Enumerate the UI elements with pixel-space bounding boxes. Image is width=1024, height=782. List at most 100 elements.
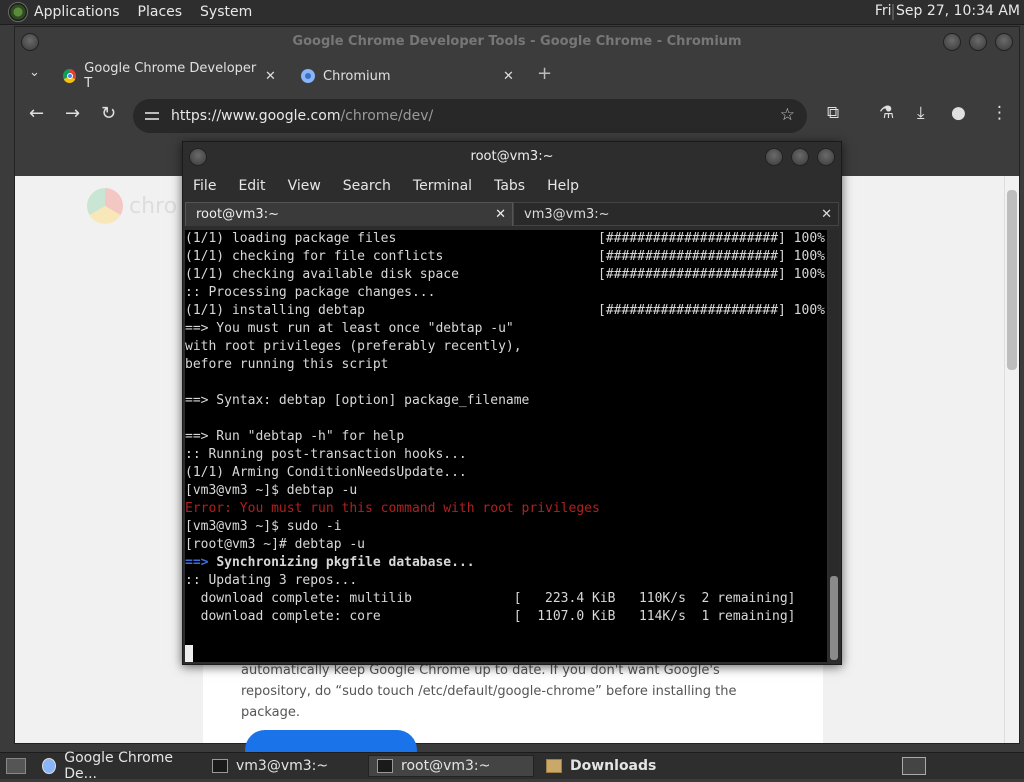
page-scrollbar[interactable] [1004, 176, 1019, 743]
chrome-favicon-icon [63, 69, 77, 83]
new-tab-plus-icon[interactable]: + [537, 63, 552, 84]
progress-bar-text: [######################] 100% [598, 231, 825, 246]
tab-close-icon[interactable]: ✕ [265, 69, 276, 84]
terminal-line: [vm3@vm3 ~]$ sudo -i [185, 519, 342, 534]
terminal-line: (1/1) loading package files [185, 231, 397, 246]
terminal-menubar: File Edit View Search Terminal Tabs Help [183, 172, 841, 200]
menu-applications[interactable]: Applications [34, 4, 120, 20]
tab-close-icon[interactable]: ✕ [495, 203, 506, 227]
page-logo-text: chro [129, 194, 178, 219]
forward-arrow-icon[interactable]: → [65, 103, 80, 124]
bottom-taskbar: Google Chrome De... vm3@vm3:~ root@vm3:~… [0, 750, 1024, 782]
labs-flask-icon[interactable]: ⚗ [879, 103, 894, 123]
terminal-line: before running this script [185, 357, 389, 372]
minimize-icon[interactable] [765, 148, 783, 166]
terminal-line: download complete: multilib [ 223.4 KiB … [185, 591, 796, 606]
page-paragraph: automatically keep Google Chrome up to d… [241, 663, 737, 720]
tab-chromium[interactable]: Chromium [301, 61, 501, 91]
menu-help[interactable]: Help [547, 178, 579, 194]
terminal-output[interactable]: (1/1) loading package files [###########… [185, 230, 827, 662]
progress-bar-text: [######################] 100% [598, 267, 825, 282]
url-text[interactable]: https://www.google.com/chrome/dev/ [171, 108, 433, 124]
terminal-icon [377, 759, 393, 773]
maximize-icon[interactable] [969, 33, 987, 51]
profile-avatar-icon[interactable]: ● [951, 103, 966, 123]
terminal-scrollbar-thumb[interactable] [830, 576, 838, 660]
tab-label: Chromium [323, 68, 391, 84]
terminal-line: with root privileges (preferably recentl… [185, 339, 522, 354]
back-arrow-icon[interactable]: ← [29, 103, 44, 124]
text-cursor [185, 645, 193, 662]
bookmark-star-icon[interactable]: ☆ [780, 105, 795, 125]
chromium-favicon-icon [42, 758, 57, 774]
menu-places[interactable]: Places [138, 4, 183, 20]
window-menu-icon[interactable] [21, 33, 39, 51]
terminal-titlebar[interactable]: root@vm3:~ [183, 142, 841, 172]
reload-icon[interactable]: ↻ [101, 103, 116, 124]
menu-terminal[interactable]: Terminal [413, 178, 472, 194]
task-label: Downloads [570, 758, 657, 774]
panel-menu: Applications Places System [34, 4, 270, 20]
chromium-favicon-icon [301, 69, 315, 83]
terminal-icon [212, 759, 228, 773]
terminal-tab-label: root@vm3:~ [196, 207, 279, 222]
tab-google-chrome-dev[interactable]: Google Chrome Developer T [63, 61, 259, 91]
site-info-icon[interactable] [145, 110, 159, 122]
chrome-tabbar: ⌄ Google Chrome Developer T ✕ Chromium ✕… [15, 57, 1019, 93]
terminal-line: (1/1) Arming ConditionNeedsUpdate... [185, 465, 467, 480]
task-label: vm3@vm3:~ [236, 758, 329, 774]
task-vm3-terminal[interactable]: vm3@vm3:~ [204, 755, 364, 777]
chrome-titlebar[interactable]: Google Chrome Developer Tools - Google C… [15, 27, 1019, 57]
close-icon[interactable] [817, 148, 835, 166]
chrome-logo-icon [87, 188, 123, 224]
terminal-line: :: Processing package changes... [185, 285, 436, 300]
task-root-terminal[interactable]: root@vm3:~ [368, 755, 534, 777]
task-label: Google Chrome De... [64, 750, 173, 782]
tab-label: Google Chrome Developer T [84, 61, 257, 91]
panel-clock[interactable]: Fri Sep 27, 10:34 AM [875, 3, 1020, 19]
tab-search-chevron-icon[interactable]: ⌄ [29, 65, 40, 80]
url-path: /chrome/dev/ [340, 108, 434, 124]
window-menu-icon[interactable] [189, 148, 207, 166]
task-chrome[interactable]: Google Chrome De... [34, 750, 200, 782]
terminal-tabbar: root@vm3:~ ✕ vm3@vm3:~ ✕ [183, 200, 841, 226]
terminal-line: (1/1) checking for file conflicts [185, 249, 444, 264]
menu-tabs[interactable]: Tabs [494, 178, 525, 194]
terminal-line: download complete: core [ 1107.0 KiB 114… [185, 609, 796, 624]
chrome-window-title: Google Chrome Developer Tools - Google C… [292, 34, 742, 49]
menu-search[interactable]: Search [343, 178, 391, 194]
task-downloads[interactable]: Downloads [538, 755, 688, 777]
terminal-window: root@vm3:~ File Edit View Search Termina… [182, 141, 842, 665]
terminal-tab-vm3[interactable]: vm3@vm3:~ ✕ [513, 202, 839, 226]
extensions-icon[interactable]: ⧉ [827, 103, 839, 123]
menu-system[interactable]: System [200, 4, 252, 20]
menu-edit[interactable]: Edit [238, 178, 265, 194]
terminal-scrollbar[interactable] [829, 230, 839, 662]
maximize-icon[interactable] [791, 148, 809, 166]
folder-icon [546, 759, 562, 773]
page-scrollbar-thumb[interactable] [1007, 190, 1017, 370]
more-menu-icon[interactable]: ⋮ [991, 103, 1008, 123]
menu-view[interactable]: View [288, 178, 321, 194]
progress-bar-text: [######################] 100% [598, 303, 825, 318]
terminal-line: (1/1) checking available disk space [185, 267, 459, 282]
arrow-prefix: ==> [185, 555, 209, 570]
chrome-toolbar: ← → ↻ https://www.google.com/chrome/dev/… [15, 93, 1019, 139]
workspace-switcher-icon[interactable] [902, 757, 926, 775]
terminal-line: :: Running post-transaction hooks... [185, 447, 467, 462]
close-icon[interactable] [995, 33, 1013, 51]
menu-file[interactable]: File [193, 178, 216, 194]
distro-logo-icon[interactable] [8, 2, 28, 22]
terminal-tab-root[interactable]: root@vm3:~ ✕ [185, 202, 513, 226]
terminal-window-title: root@vm3:~ [470, 149, 554, 164]
terminal-tab-label: vm3@vm3:~ [524, 207, 610, 222]
tab-close-icon[interactable]: ✕ [503, 69, 514, 84]
sync-line: ==> Synchronizing pkgfile database... [185, 554, 475, 572]
minimize-icon[interactable] [943, 33, 961, 51]
terminal-line: [root@vm3 ~]# debtap -u [185, 537, 366, 552]
url-host: https://www.google.com [171, 108, 341, 124]
download-icon[interactable]: ⤓ [917, 103, 925, 123]
show-desktop-icon[interactable] [6, 758, 26, 774]
address-bar[interactable]: https://www.google.com/chrome/dev/ ☆ [133, 99, 807, 133]
tab-close-icon[interactable]: ✕ [821, 203, 832, 227]
